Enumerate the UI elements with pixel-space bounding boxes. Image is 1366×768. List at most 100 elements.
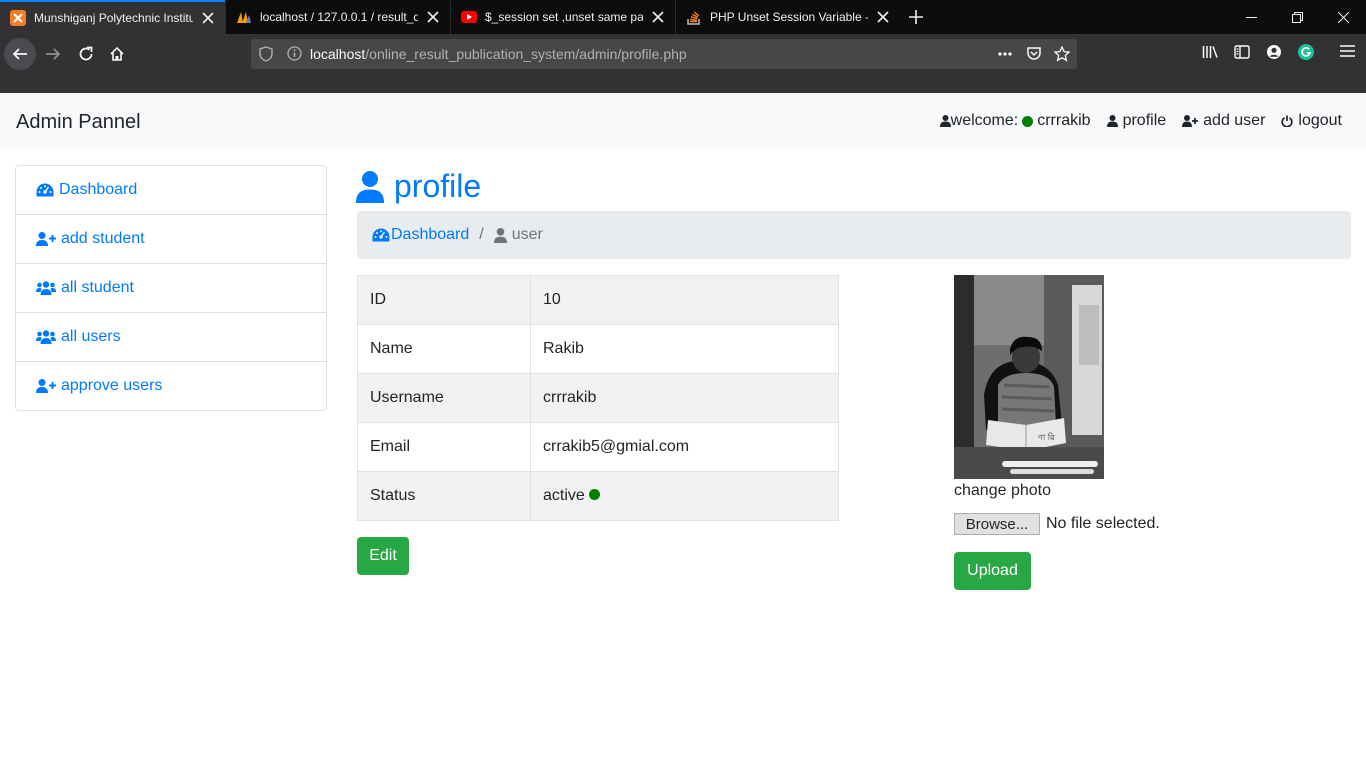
xampp-icon [10, 10, 26, 26]
status-active-dot [588, 489, 600, 500]
close-tab-icon[interactable] [199, 9, 217, 27]
browser-tab-bar: Munshiganj Polytechnic Institu localhost… [0, 0, 1366, 34]
power-icon [1281, 115, 1294, 127]
sidebar-item-all-users[interactable]: all users [16, 312, 326, 361]
profile-key: ID [357, 275, 531, 325]
close-window-button[interactable] [1320, 0, 1366, 34]
table-row: Username crrrakib [357, 373, 839, 423]
sidebar-item-all-student[interactable]: all student [16, 263, 326, 312]
change-photo-label: change photo [954, 482, 1051, 499]
browse-button[interactable]: Browse... [954, 513, 1040, 535]
table-row: Status active [357, 471, 839, 521]
shield-icon[interactable] [259, 46, 273, 67]
browser-tab-2[interactable]: localhost / 127.0.0.1 / result_db [225, 0, 450, 34]
tab-title: localhost / 127.0.0.1 / result_db [260, 10, 418, 24]
svg-text:ণা ৱি: ণা ৱি [1038, 433, 1055, 442]
stackoverflow-icon [686, 9, 702, 25]
reload-button[interactable] [70, 38, 102, 70]
more-actions-icon[interactable] [997, 46, 1013, 67]
menu-hamburger-icon[interactable] [1340, 44, 1355, 63]
new-tab-button[interactable] [900, 0, 932, 34]
sidebar-item-label: all student [61, 279, 134, 296]
youtube-icon [461, 9, 477, 25]
close-tab-icon[interactable] [874, 8, 892, 26]
arrow-right-icon [46, 48, 61, 60]
profile-link[interactable]: profile [1106, 112, 1167, 130]
user-plus-icon [36, 379, 56, 393]
file-input[interactable]: Browse... No file selected. [954, 513, 1160, 535]
breadcrumb-separator: / [479, 226, 484, 243]
logout-link-label: logout [1298, 112, 1342, 129]
logout-link[interactable]: logout [1281, 112, 1342, 130]
tab-title: PHP Unset Session Variable - St [710, 10, 868, 24]
sidebar-item-label: Dashboard [59, 181, 138, 198]
sidebar-item-approve-users[interactable]: approve users [16, 361, 326, 410]
pocket-icon[interactable] [1026, 46, 1042, 67]
edit-button[interactable]: Edit [357, 537, 409, 575]
library-icon[interactable] [1202, 44, 1219, 65]
browser-toolbar-bottom [0, 74, 1366, 93]
page-title-text: profile [394, 168, 482, 204]
file-status-text: No file selected. [1046, 515, 1160, 532]
phpmyadmin-icon [236, 9, 252, 25]
table-row: Email crrakib5@gmial.com [357, 422, 839, 472]
sidebar-toggle-icon[interactable] [1234, 44, 1250, 65]
user-icon [939, 115, 951, 127]
breadcrumb-dashboard-link[interactable]: Dashboard [372, 226, 469, 244]
bookmark-star-icon[interactable] [1053, 45, 1071, 67]
welcome-user: welcome: crrrakib [939, 112, 1091, 130]
home-icon [110, 46, 124, 61]
browser-tab-1[interactable]: Munshiganj Polytechnic Institu [0, 0, 225, 34]
navbar-brand[interactable]: Admin Pannel [16, 111, 141, 134]
welcome-label: welcome: [950, 112, 1019, 129]
grammarly-icon[interactable] [1298, 44, 1314, 65]
browser-toolbar: localhost/online_result_publication_syst… [0, 34, 1366, 74]
welcome-username: crrrakib [1037, 112, 1091, 129]
add-user-link-label: add user [1203, 112, 1266, 129]
online-status-dot [1022, 115, 1034, 127]
profile-key: Status [357, 471, 531, 521]
dashboard-icon [372, 228, 390, 242]
profile-link-label: profile [1122, 112, 1167, 129]
user-icon [1106, 115, 1118, 127]
address-bar[interactable]: localhost/online_result_publication_syst… [251, 39, 1077, 69]
forward-button[interactable] [37, 38, 69, 70]
reload-icon [79, 46, 93, 61]
restore-icon [1291, 11, 1303, 23]
top-navbar: Admin Pannel welcome: crrrakib profile a… [0, 93, 1366, 149]
home-button[interactable] [101, 38, 133, 70]
browser-tab-4[interactable]: PHP Unset Session Variable - St [675, 0, 900, 34]
close-icon [1337, 11, 1349, 23]
sidebar-menu: Dashboard add student all student all us… [15, 165, 327, 411]
profile-value: crrakib5@gmial.com [530, 422, 839, 472]
users-icon [36, 330, 56, 344]
profile-table: ID 10 Name Rakib Username crrrakib Email… [357, 275, 839, 521]
restore-button[interactable] [1274, 0, 1320, 34]
breadcrumb-dashboard-label: Dashboard [391, 226, 470, 243]
breadcrumb-current-label: user [511, 226, 543, 243]
sidebar-item-label: add student [61, 230, 145, 247]
profile-status-cell: active [530, 471, 839, 521]
profile-value: 10 [530, 275, 839, 325]
users-icon [36, 281, 56, 295]
url-text[interactable]: localhost/online_result_publication_syst… [310, 46, 687, 62]
info-icon[interactable] [287, 46, 302, 66]
user-icon [356, 170, 384, 203]
close-tab-icon[interactable] [649, 8, 667, 26]
user-plus-icon [1182, 115, 1199, 127]
back-button[interactable] [4, 38, 36, 70]
profile-key: Name [357, 324, 531, 374]
add-user-link[interactable]: add user [1182, 112, 1265, 130]
breadcrumb-current: user [493, 226, 543, 244]
dashboard-icon [36, 183, 54, 197]
close-tab-icon[interactable] [424, 8, 442, 26]
account-icon[interactable] [1266, 44, 1282, 65]
sidebar-item-dashboard[interactable]: Dashboard [16, 166, 326, 214]
sidebar-item-add-student[interactable]: add student [16, 214, 326, 263]
table-row: ID 10 [357, 275, 839, 325]
minimize-button[interactable] [1228, 0, 1274, 34]
user-icon [493, 227, 507, 243]
minimize-icon [1245, 16, 1257, 18]
browser-tab-3[interactable]: $_session set ,unset same page [450, 0, 675, 34]
upload-button[interactable]: Upload [954, 552, 1031, 590]
